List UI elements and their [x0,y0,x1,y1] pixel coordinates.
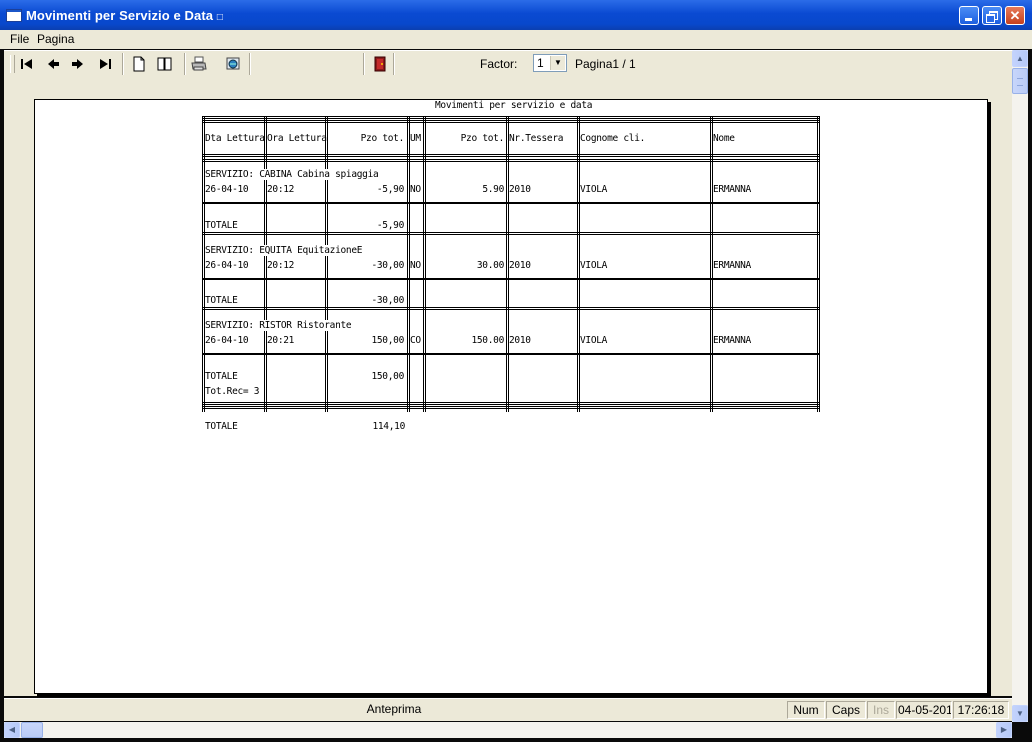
col-header: Cognome cli. [580,133,646,144]
scroll-up-icon[interactable]: ▲ [1012,50,1028,67]
app-window-icon[interactable] [6,9,22,22]
table-cell: 5.90 [482,184,504,195]
table-cell: 26-04-10 [205,260,249,271]
two-pages-icon[interactable] [156,55,174,73]
minimize-button[interactable] [959,6,979,25]
table-cell: VIOLA [580,335,608,346]
table-cell: VIOLA [580,260,608,271]
export-icon[interactable] [224,55,242,73]
vertical-scrollbar[interactable]: ▲ ▼ [1012,50,1028,722]
col-header: Nome [713,133,735,144]
table-cell: 20:21 [267,335,295,346]
group-header: SERVIZIO: CABINA Cabina spiaggia [205,169,382,180]
status-time: 17:26:18 [953,701,1009,719]
group-total-label: TOTALE [205,220,238,231]
table-cell: 26-04-10 [205,335,249,346]
col-header: Pzo tot. [460,133,505,144]
status-date: 04-05-2016 [896,701,952,719]
group-header: SERVIZIO: EQUITA EquitazioneE [205,245,366,256]
status-main: Anteprima [366,702,422,716]
table-cell: ERMANNA [713,184,751,195]
table-cell: VIOLA [580,184,608,195]
table-cell: 2010 [509,335,531,346]
window-frame: Movimenti per Servizio e Data □ ✕ File P… [0,0,1032,742]
prev-page-icon[interactable] [44,55,62,73]
print-icon[interactable] [190,55,208,73]
table-cell: CO [410,335,421,346]
group-total: -30,00 [371,295,404,306]
record-count: Tot.Rec= 3 [205,386,260,397]
exit-door-icon[interactable] [371,55,389,73]
last-page-icon[interactable] [96,55,114,73]
table-cell: NO [410,184,421,195]
close-icon: ✕ [1009,8,1021,23]
first-page-icon[interactable] [18,55,36,73]
table-cell: 150,00 [371,335,404,346]
table-cell: 30.00 [476,260,504,271]
col-header: UM [410,133,421,144]
status-bar: Anteprima Num Caps Ins 04-05-2016 17:26:… [4,698,1012,721]
table-cell: -30,00 [371,260,404,271]
report-title: Movimenti per servizio e data [435,100,593,111]
table-cell: 26-04-10 [205,184,249,195]
col-header: Dta Lettura [205,133,265,144]
grand-total-label: TOTALE [205,421,238,432]
single-page-icon[interactable] [130,55,148,73]
col-header: Nr.Tessera [509,133,564,144]
status-ins: Ins [867,701,895,719]
table-cell: 20:12 [267,260,295,271]
group-header: SERVIZIO: RISTOR Ristorante [205,320,355,331]
table-cell: ERMANNA [713,260,751,271]
table-cell: 2010 [509,260,531,271]
table-cell: 150.00 [471,335,504,346]
factor-label: Factor: [480,57,518,71]
menu-pagina[interactable]: Pagina [37,32,74,46]
group-total: 150,00 [371,371,404,382]
menu-bar: File Pagina [0,30,1032,49]
window-title: Movimenti per Servizio e Data □ [26,8,223,23]
table-cell: 2010 [509,184,531,195]
group-total: -5,90 [376,220,404,231]
next-page-icon[interactable] [69,55,87,73]
scroll-down-icon[interactable]: ▼ [1012,705,1028,722]
minimize-icon [965,18,972,21]
close-button[interactable]: ✕ [1005,6,1025,25]
col-header: Ora Lettura [267,133,327,144]
grand-total: 114,10 [372,421,405,432]
toolbar-grip[interactable] [10,55,15,73]
restore-button[interactable] [982,6,1002,25]
group-total-label: TOTALE [205,371,238,382]
factor-select[interactable]: 1 ▼ [533,54,567,72]
table-cell: ERMANNA [713,335,751,346]
table-cell: 20:12 [267,184,295,195]
title-bar[interactable]: Movimenti per Servizio e Data □ ✕ [0,0,1032,30]
table-cell: NO [410,260,421,271]
group-total-label: TOTALE [205,295,238,306]
page-indicator: Pagina1 / 1 [575,57,636,71]
table-cell: -5,90 [376,184,404,195]
report-page: Movimenti per servizio e data Dta Lettur… [34,99,988,694]
status-num: Num [787,701,825,719]
preview-area: Movimenti per servizio e data Dta Lettur… [4,77,1012,696]
col-header: Pzo tot. [360,133,405,144]
scroll-right-icon[interactable]: ▶ [996,722,1012,738]
scroll-left-icon[interactable]: ◀ [4,722,20,738]
report-table: Dta Lettura Ora Lettura Pzo tot. UM Pzo … [202,116,820,412]
vertical-scroll-thumb[interactable] [1012,68,1028,94]
status-caps: Caps [826,701,866,719]
menu-file[interactable]: File [10,32,29,46]
chevron-down-icon[interactable]: ▼ [550,56,565,70]
horizontal-scrollbar[interactable]: ◀ ▶ [4,722,1012,738]
horizontal-scroll-thumb[interactable] [21,722,43,738]
toolbar: Factor: 1 ▼ Pagina1 / 1 [4,50,1012,78]
